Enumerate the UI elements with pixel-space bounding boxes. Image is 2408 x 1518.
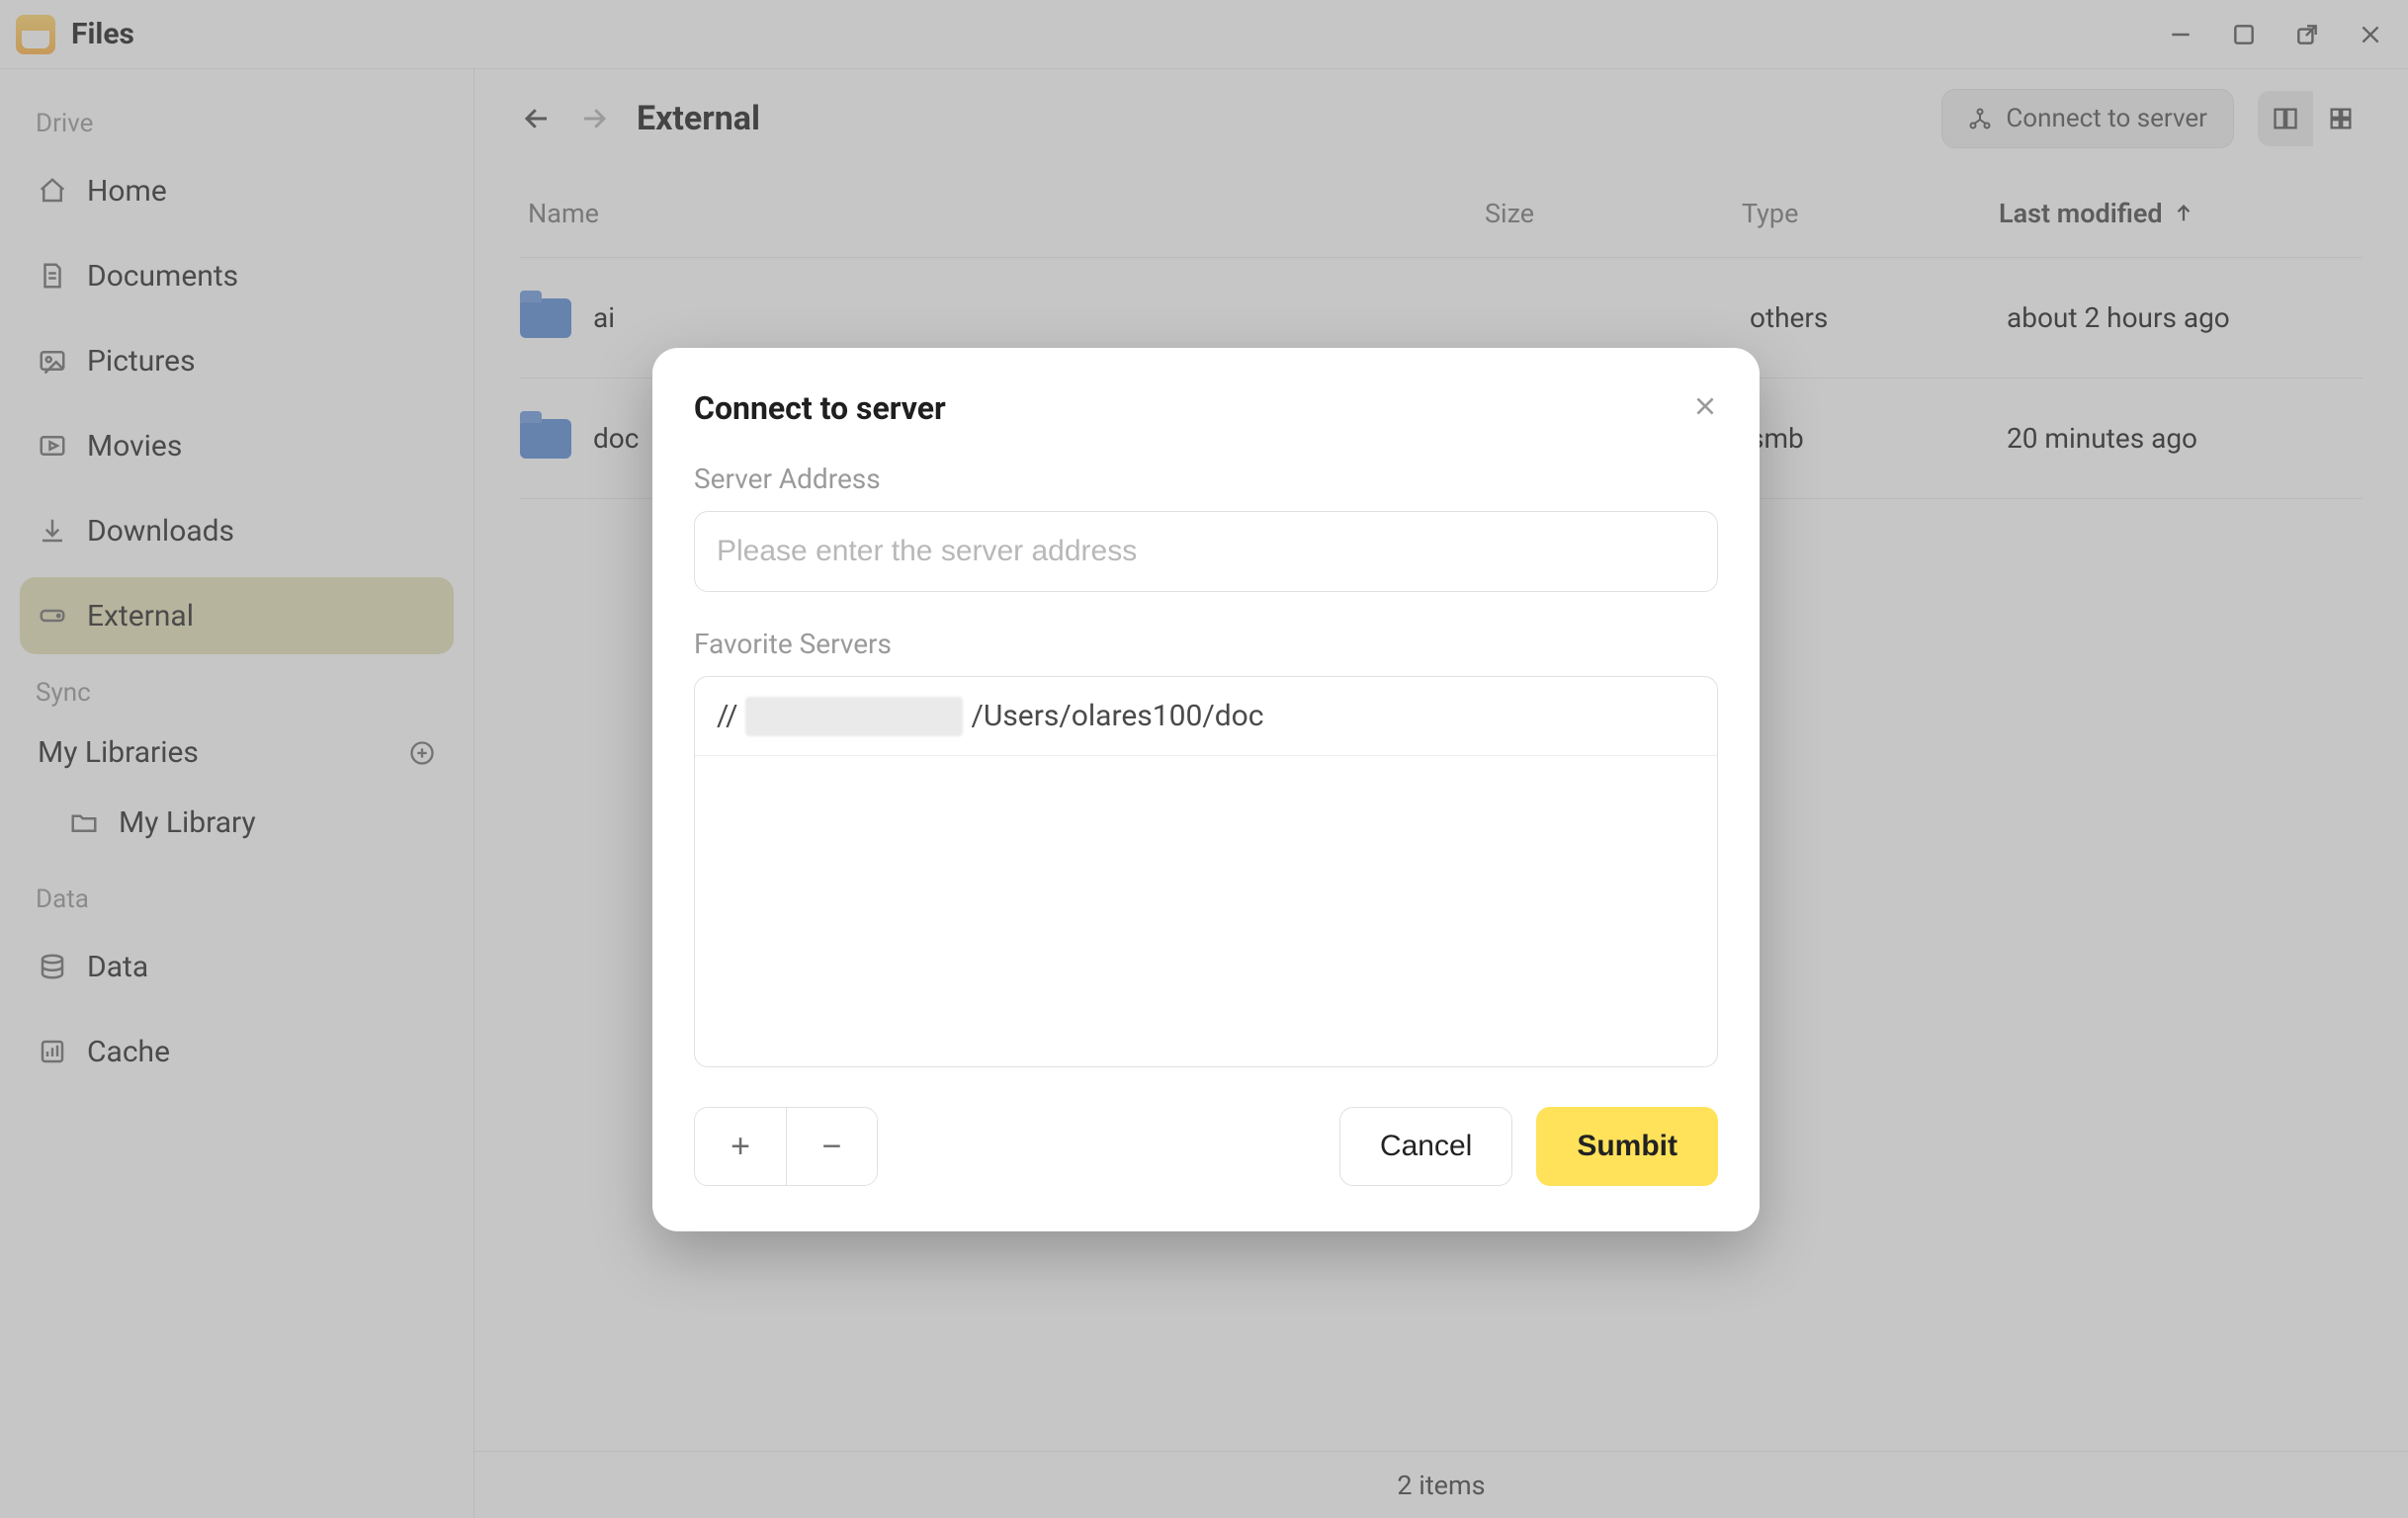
favorite-servers-label: Favorite Servers xyxy=(694,628,1718,660)
modal-close-button[interactable] xyxy=(1692,393,1718,423)
modal-header: Connect to server xyxy=(694,389,1718,427)
modal-title: Connect to server xyxy=(694,389,946,427)
server-address-input[interactable] xyxy=(694,511,1718,592)
favorite-servers-list[interactable]: // /Users/olares100/doc xyxy=(694,676,1718,1067)
favorite-add-remove-group: + − xyxy=(694,1107,878,1186)
modal-action-buttons: Cancel Sumbit xyxy=(1339,1107,1718,1186)
connect-server-modal: Connect to server Server Address Favorit… xyxy=(652,348,1760,1231)
redacted-host xyxy=(745,697,963,736)
modal-footer: + − Cancel Sumbit xyxy=(694,1107,1718,1186)
add-favorite-button[interactable]: + xyxy=(695,1108,786,1185)
cancel-button[interactable]: Cancel xyxy=(1339,1107,1512,1186)
favorite-server-item[interactable]: // /Users/olares100/doc xyxy=(695,677,1717,756)
server-address-label: Server Address xyxy=(694,463,1718,495)
submit-button[interactable]: Sumbit xyxy=(1536,1107,1718,1186)
remove-favorite-button[interactable]: − xyxy=(786,1108,877,1185)
favorite-prefix: // xyxy=(717,699,737,733)
favorite-suffix: /Users/olares100/doc xyxy=(971,699,1263,733)
close-icon xyxy=(1692,393,1718,419)
